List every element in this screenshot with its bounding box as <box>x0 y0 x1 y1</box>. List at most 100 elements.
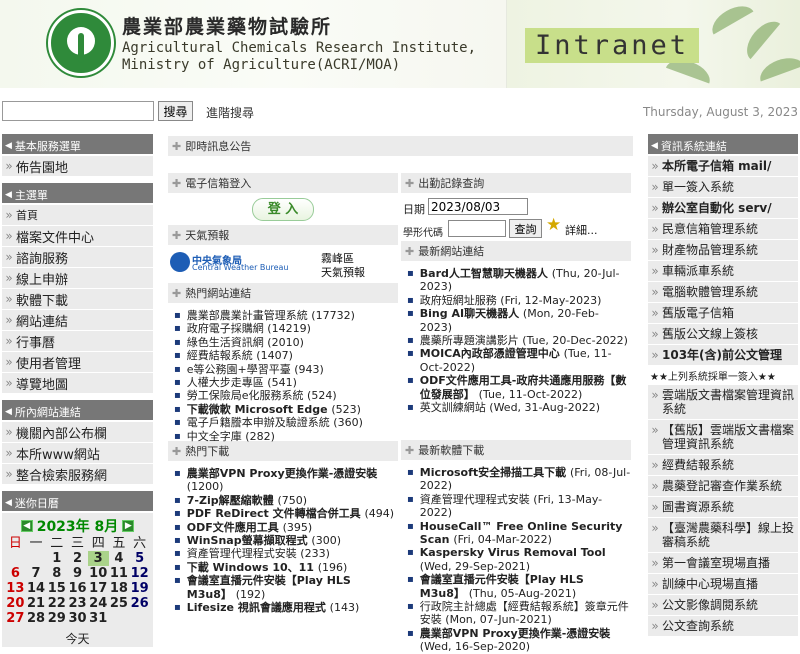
list-item[interactable]: 政府短網址服務 (Fri, 12-May-2023) <box>401 294 631 307</box>
link-title[interactable]: 農業部農業計畫管理系統 <box>187 309 312 322</box>
link-title[interactable]: 會議室直播元件安裝【Play HLS M3u8】 <box>187 574 351 600</box>
list-item[interactable]: 英文訓練網站 (Wed, 31-Aug-2022) <box>401 401 631 414</box>
list-item[interactable]: 下載微軟 Microsoft Edge (523) <box>168 403 398 416</box>
calendar-day[interactable]: 17 <box>88 581 109 596</box>
list-item[interactable]: 勞工保險局e化服務系統 (524) <box>168 389 398 402</box>
list-item[interactable]: ODF文件應用工具 (395) <box>168 521 398 534</box>
system-link-item[interactable]: » 103年(含)前公文管理 <box>648 345 798 366</box>
calendar-day[interactable]: 16 <box>67 581 88 596</box>
link-title[interactable]: 資產管理代理程式安裝 <box>420 493 534 506</box>
calendar-day[interactable]: 28 <box>26 611 47 626</box>
system-link-item[interactable]: » 辦公室自動化 serv/ <box>648 198 798 219</box>
calendar-day[interactable]: 30 <box>67 611 88 626</box>
link-title[interactable]: 7-Zip解壓縮軟體 <box>187 494 278 507</box>
link-title[interactable]: WinSnap螢幕擷取程式 <box>187 534 312 547</box>
link-title[interactable]: 農業部VPN Proxy更換作業-憑證安裝 <box>187 467 378 480</box>
list-item[interactable]: 人權大步走專區 (541) <box>168 376 398 389</box>
system-link-item[interactable]: » 經費結報系統 <box>648 455 798 476</box>
link-title[interactable]: 英文訓練網站 <box>420 401 490 414</box>
menu-item-documents[interactable]: » 檔案文件中心 <box>2 226 153 247</box>
link-title[interactable]: 政府短網址服務 <box>420 294 501 307</box>
calendar-day[interactable]: 5 <box>129 551 150 566</box>
link-title[interactable]: ODF文件應用工具 <box>187 521 283 534</box>
link-title[interactable]: 農藥所專題演講影片 <box>420 334 523 347</box>
link-title[interactable]: PDF ReDirect 文件轉檔合併工具 <box>187 507 365 520</box>
system-link-item[interactable]: » 本所電子信箱 mail/ <box>648 156 798 177</box>
query-button[interactable]: 查詢 <box>509 219 542 238</box>
calendar-day[interactable]: 31 <box>88 611 109 626</box>
menu-item-online-apply[interactable]: » 線上申辦 <box>2 268 153 289</box>
menu-item-sitemap[interactable]: » 導覽地圖 <box>2 373 153 394</box>
link-title[interactable]: e等公務園+學習平臺 <box>187 363 294 376</box>
link-title[interactable]: 勞工保險局e化服務系統 <box>187 389 307 402</box>
link-title[interactable]: 下載 Windows 10、11 <box>187 561 318 574</box>
link-title[interactable]: 農業部VPN Proxy更換作業-憑證安裝 <box>420 627 611 640</box>
calendar-day[interactable]: 22 <box>46 596 67 611</box>
system-link-item[interactable]: » 單一簽入系統 <box>648 177 798 198</box>
attendance-date-input[interactable] <box>428 198 528 215</box>
calendar-day[interactable]: 21 <box>26 596 47 611</box>
calendar-day[interactable]: 10 <box>88 566 109 581</box>
menu-item-user-management[interactable]: » 使用者管理 <box>2 352 153 373</box>
list-item[interactable]: Bard人工智慧聊天機器人 (Thu, 20-Jul-2023) <box>401 267 631 294</box>
link-title[interactable]: 電子戶籍謄本申辦及驗證系統 <box>187 416 334 429</box>
list-item[interactable]: 政府電子採購網 (14219) <box>168 322 398 335</box>
list-item[interactable]: ODF文件應用工具-政府共通應用服務【數位發展部】 (Tue, 11-Oct-2… <box>401 374 631 401</box>
menu-item-links[interactable]: » 網站連結 <box>2 310 153 331</box>
list-item[interactable]: MOICA內政部憑證管理中心 (Tue, 11-Oct-2022) <box>401 347 631 374</box>
link-title[interactable]: 人權大步走專區 <box>187 376 268 389</box>
advanced-search-link[interactable]: 進階搜尋 <box>206 104 254 121</box>
link-title[interactable]: 經費結報系統 <box>187 349 257 362</box>
institute-banner[interactable]: 農業部農業藥物試驗所 Agricultural Chemicals Resear… <box>0 0 507 88</box>
menu-item-internal-board[interactable]: » 機關內部公布欄 <box>2 422 153 443</box>
list-item[interactable]: HouseCall™ Free Online Security Scan (Fr… <box>401 520 631 547</box>
link-title[interactable]: Microsoft安全掃描工具下載 <box>420 466 570 479</box>
link-title[interactable]: Bard人工智慧聊天機器人 <box>420 267 552 280</box>
calendar-day[interactable]: 4 <box>109 551 130 566</box>
calendar-day[interactable]: 8 <box>46 566 67 581</box>
menu-item-home[interactable]: » 首頁 <box>2 205 153 226</box>
calendar-day[interactable]: 29 <box>46 611 67 626</box>
calendar-day[interactable]: 27 <box>5 611 26 626</box>
list-item[interactable]: WinSnap螢幕擷取程式 (300) <box>168 534 398 547</box>
calendar-day[interactable]: 12 <box>129 566 150 581</box>
system-link-item[interactable]: » 民意信箱管理系統 <box>648 219 798 240</box>
link-title[interactable]: MOICA內政部憑證管理中心 <box>420 347 564 360</box>
system-link-item[interactable]: » 訓練中心現場直播 <box>648 574 798 595</box>
prev-month-button[interactable]: ◀ <box>20 520 33 532</box>
search-button[interactable]: 搜尋 <box>158 101 193 121</box>
list-item[interactable]: Microsoft安全掃描工具下載 (Fri, 08-Jul-2022) <box>401 466 631 493</box>
list-item[interactable]: 電子戶籍謄本申辦及驗證系統 (360) <box>168 416 398 429</box>
link-title[interactable]: 政府電子採購網 <box>187 322 268 335</box>
calendar-day[interactable]: 11 <box>109 566 130 581</box>
search-input[interactable] <box>2 101 154 121</box>
list-item[interactable]: 資產管理代理程式安裝 (233) <box>168 547 398 560</box>
next-month-button[interactable]: ▶ <box>122 520 135 532</box>
link-title[interactable]: 中文全字庫 <box>187 430 246 443</box>
list-item[interactable]: 資產管理代理程式安裝 (Fri, 13-May-2022) <box>401 493 631 520</box>
link-title[interactable]: 下載微軟 Microsoft Edge <box>187 403 332 416</box>
menu-item-www-site[interactable]: » 本所www網站 <box>2 443 153 464</box>
list-item[interactable]: 行政院主計總處【經費結報系統】簽章元件安裝 (Mon, 07-Jun-2021) <box>401 600 631 627</box>
menu-item-software[interactable]: » 軟體下載 <box>2 289 153 310</box>
link-title[interactable]: Lifesize 視訊會議應用程式 <box>187 601 330 614</box>
menu-item-calendar[interactable]: » 行事曆 <box>2 331 153 352</box>
system-link-item[interactable]: » 車輛派車系統 <box>648 261 798 282</box>
list-item[interactable]: Lifesize 視訊會議應用程式 (143) <box>168 601 398 614</box>
list-item[interactable]: 綠色生活資訊網 (2010) <box>168 336 398 349</box>
calendar-day[interactable]: 13 <box>5 581 26 596</box>
link-title[interactable]: Kaspersky Virus Removal Tool <box>420 546 606 559</box>
system-link-item[interactable]: » 【舊版】雲端版文書檔案管理資訊系統 <box>648 420 798 455</box>
calendar-day[interactable]: 6 <box>5 566 26 581</box>
list-item[interactable]: 會議室直播元件安裝【Play HLS M3u8】 (Thu, 05-Aug-20… <box>401 573 631 600</box>
menu-item-bulletin[interactable]: » 佈告園地 <box>2 156 153 177</box>
list-item[interactable]: PDF ReDirect 文件轉檔合併工具 (494) <box>168 507 398 520</box>
calendar-today-link[interactable]: 今天 <box>5 630 150 647</box>
calendar-day[interactable]: 2 <box>67 551 88 566</box>
system-link-item[interactable]: » 舊版電子信箱 <box>648 303 798 324</box>
calendar-day[interactable]: 26 <box>129 596 150 611</box>
list-item[interactable]: 下載 Windows 10、11 (196) <box>168 561 398 574</box>
calendar-day[interactable]: 18 <box>109 581 130 596</box>
calendar-day[interactable]: 20 <box>5 596 26 611</box>
link-title[interactable]: 綠色生活資訊網 <box>187 336 268 349</box>
